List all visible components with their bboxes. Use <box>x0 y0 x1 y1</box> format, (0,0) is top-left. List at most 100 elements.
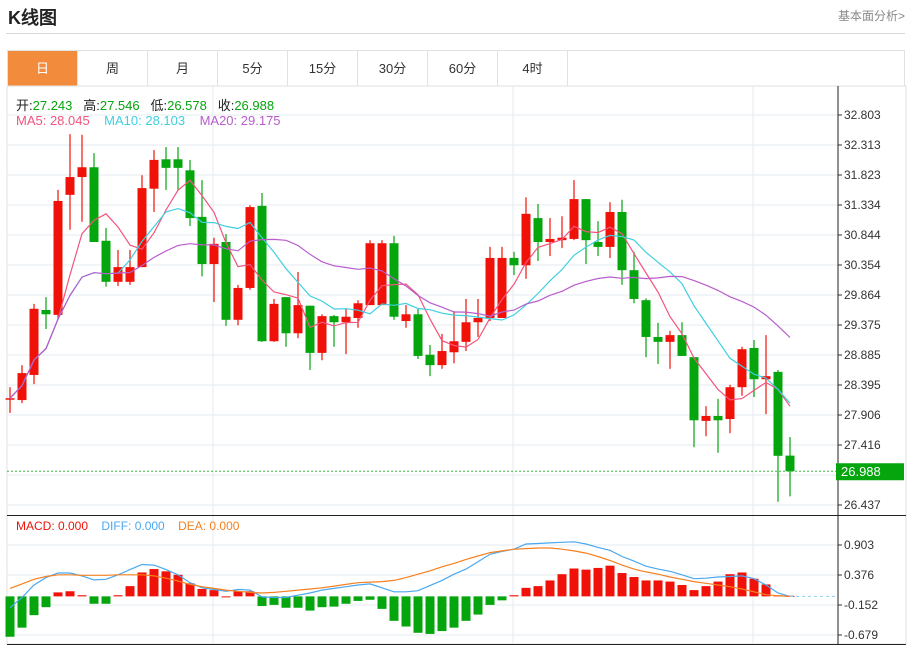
close-label: 收: <box>217 98 235 113</box>
macd-bar <box>293 596 303 608</box>
candle-up <box>725 387 735 420</box>
candle-down <box>581 199 591 241</box>
candle-up <box>269 303 279 342</box>
candle-down <box>593 241 603 247</box>
macd-bar <box>41 596 51 608</box>
macd-bar <box>413 596 423 633</box>
candle-down <box>713 415 723 421</box>
macd-tick-label: 0.903 <box>844 538 874 552</box>
macd-bar <box>533 586 543 597</box>
candle-up <box>665 335 675 342</box>
macd-bar <box>593 567 603 597</box>
candle-up <box>521 213 531 266</box>
ma10-value: MA10: 28.103 <box>104 113 186 128</box>
candle-up <box>125 267 135 282</box>
price-tick-label: 30.844 <box>844 228 881 242</box>
macd-bar <box>125 586 135 597</box>
candle-up <box>137 188 147 268</box>
macd-bar <box>701 586 711 597</box>
macd-bar <box>497 596 507 601</box>
macd-bar <box>341 596 351 604</box>
macd-bar <box>749 578 759 597</box>
candle-down <box>173 159 183 168</box>
macd-bar <box>77 595 87 597</box>
candle-down <box>533 218 543 242</box>
last-price-label: 26.988 <box>841 464 881 479</box>
candle-up <box>485 257 495 318</box>
ma5-line <box>9 179 791 407</box>
candle-down <box>677 335 687 356</box>
candle-down <box>617 211 627 271</box>
macd-bar <box>29 596 39 616</box>
candle-up <box>701 415 711 421</box>
low-value: 26.578 <box>167 98 207 113</box>
candle-down <box>413 314 423 356</box>
macd-bar <box>173 574 183 597</box>
price-tick-label: 29.375 <box>844 318 881 332</box>
candle-up <box>245 207 255 288</box>
macd-bar <box>545 580 555 597</box>
macd-bar <box>425 596 435 634</box>
chart-frame <box>6 85 907 645</box>
macd-bar <box>65 591 75 597</box>
candle-down <box>653 336 663 342</box>
price-tick-label: 31.334 <box>844 198 881 212</box>
high-label: 高: <box>83 98 100 113</box>
candle-up <box>233 287 243 320</box>
macd-bar <box>485 596 495 605</box>
candle-up <box>29 308 39 375</box>
candle-down <box>689 357 699 421</box>
candle-up <box>449 341 459 353</box>
candle-up <box>209 243 219 265</box>
macd-bar <box>317 596 327 608</box>
macd-bar <box>629 577 639 597</box>
candle-up <box>53 200 63 315</box>
candle-down <box>41 310 51 315</box>
price-tick-label: 30.354 <box>844 258 881 272</box>
candle-down <box>101 240 111 282</box>
ma20-value: MA20: 29.175 <box>199 113 281 128</box>
macd-bar <box>713 581 723 597</box>
macd-bar <box>197 588 207 597</box>
macd-bar <box>617 573 627 597</box>
candle-up <box>5 398 15 400</box>
macd-bar <box>161 571 171 597</box>
candle-up <box>569 199 579 239</box>
price-tick-label: 26.437 <box>844 498 881 512</box>
price-tick-label: 29.864 <box>844 288 881 302</box>
macd-bar <box>89 596 99 604</box>
macd-bar <box>569 568 579 597</box>
macd-bar <box>677 584 687 597</box>
ma5-value: MA5: 28.045 <box>16 113 90 128</box>
candle-down <box>221 241 231 320</box>
candle-down <box>425 354 435 366</box>
candle-down <box>773 371 783 456</box>
macd-tick-label: -0.679 <box>844 628 878 642</box>
macd-bar <box>401 596 411 627</box>
macd-bar <box>137 572 147 597</box>
candle-down <box>281 297 291 334</box>
dea-value: DEA: 0.000 <box>178 519 240 533</box>
candle-up <box>497 257 507 318</box>
price-tick-label: 32.313 <box>844 138 881 152</box>
price-tick-label: 28.885 <box>844 348 881 362</box>
macd-bar <box>641 580 651 597</box>
macd-bar <box>461 596 471 621</box>
candle-up <box>293 305 303 334</box>
candle-down <box>509 257 519 266</box>
candle-up <box>17 373 27 401</box>
ma10-line <box>9 207 791 404</box>
macd-bar <box>689 590 699 597</box>
candle-down <box>89 167 99 242</box>
candle-down <box>257 205 267 342</box>
candle-up <box>77 167 87 178</box>
open-value: 27.243 <box>32 98 73 113</box>
candle-up <box>473 317 483 323</box>
macd-bar <box>53 592 63 597</box>
candle-down <box>785 455 795 472</box>
macd-bar <box>557 574 567 597</box>
candle-up <box>437 351 447 366</box>
macd-bar <box>149 569 159 597</box>
macd-bar <box>209 590 219 597</box>
macd-bar <box>305 596 315 611</box>
